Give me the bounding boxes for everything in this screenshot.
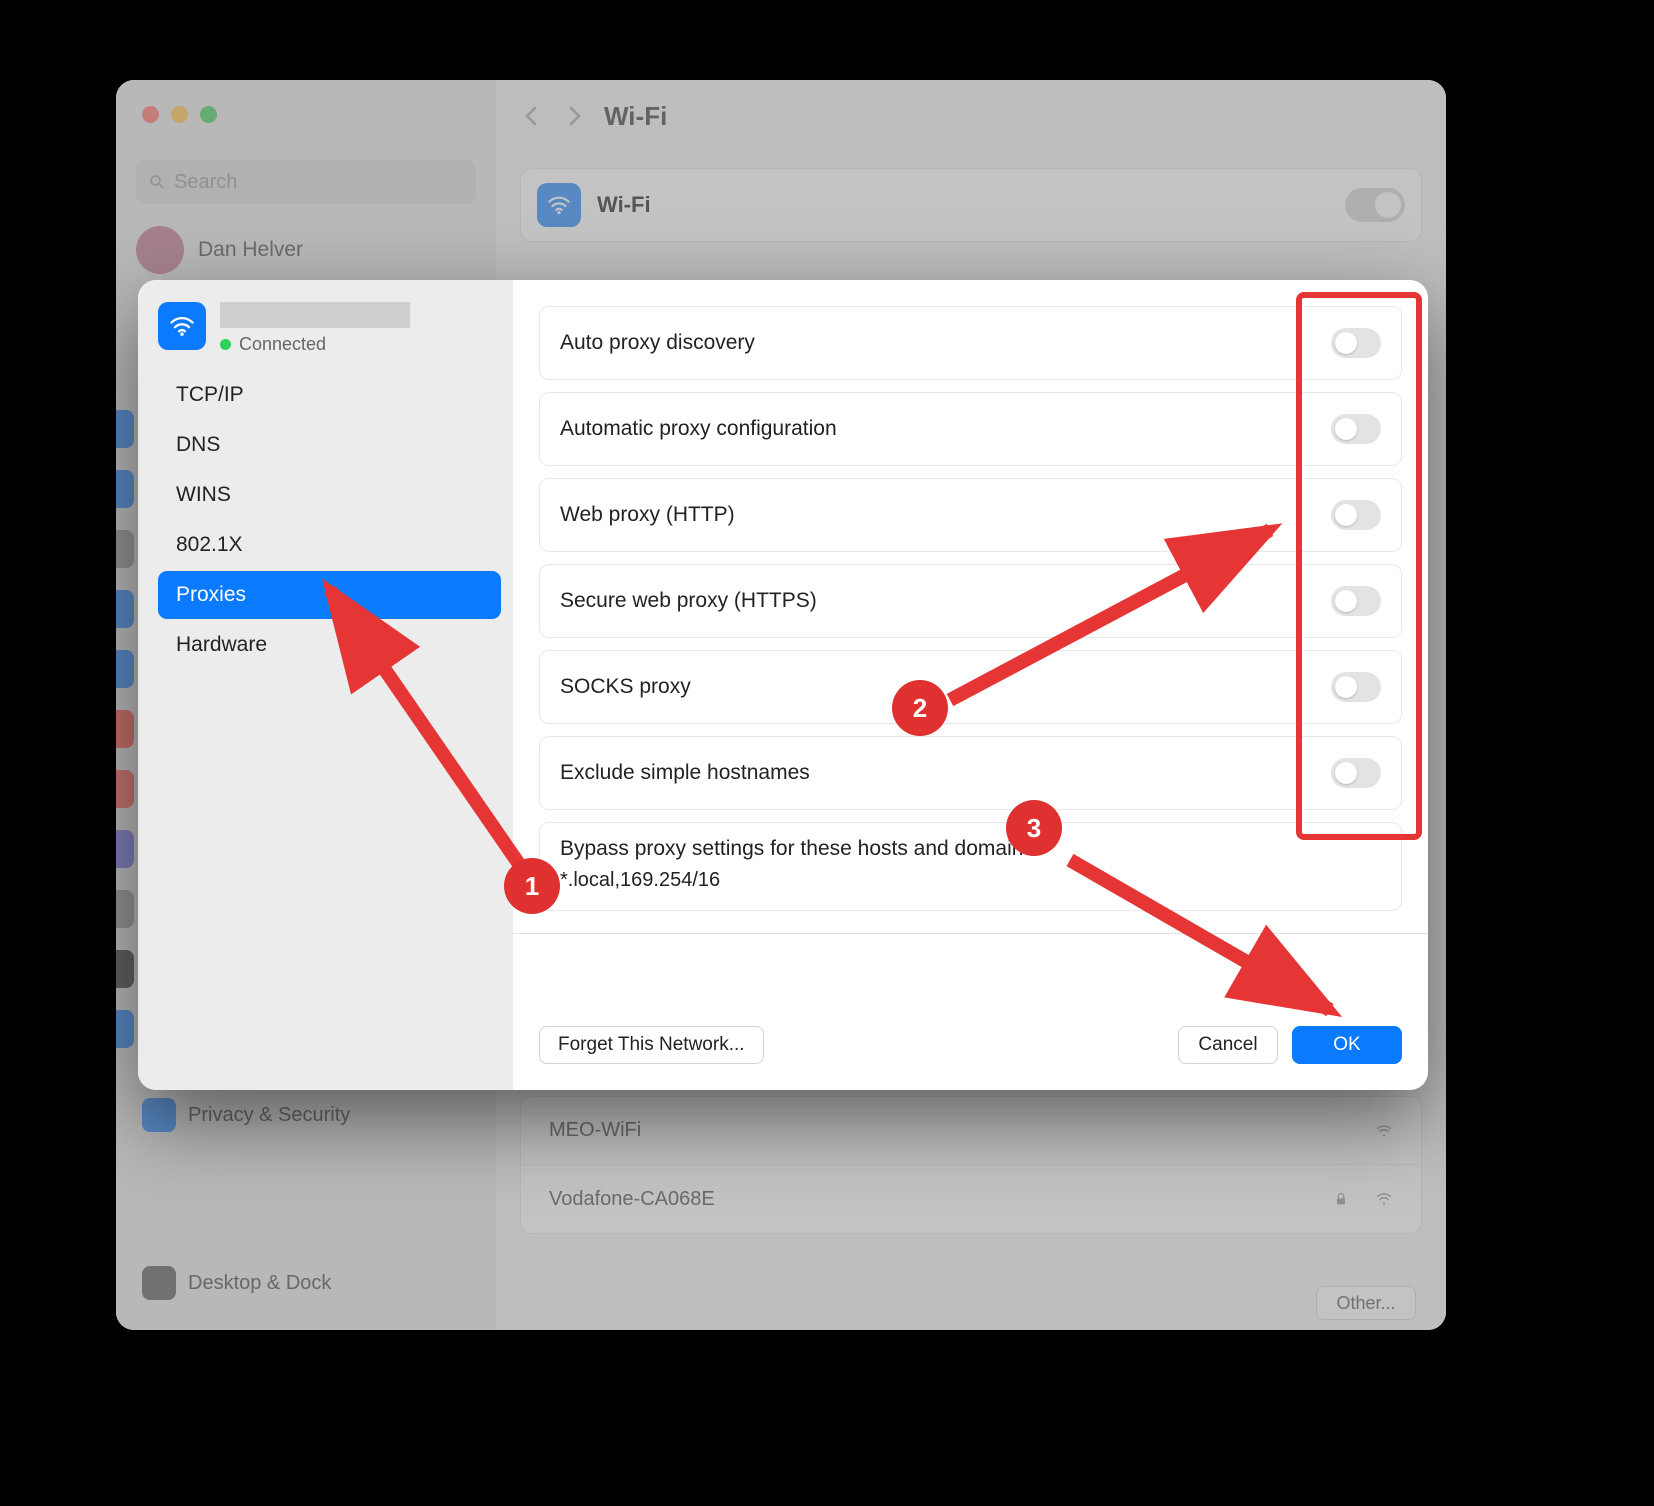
app-strip-icon (116, 410, 134, 448)
proxy-option-auto-discovery: Auto proxy discovery (539, 306, 1402, 380)
network-name: Vodafone-CA068E (549, 1188, 715, 1211)
search-input[interactable]: Search (136, 160, 476, 204)
lock-icon (1333, 1191, 1349, 1207)
sheet-content: Auto proxy discovery Automatic proxy con… (513, 280, 1428, 1090)
wifi-icon (158, 302, 206, 350)
tab-tcpip[interactable]: TCP/IP (158, 371, 501, 419)
proxy-option-auto-config: Automatic proxy configuration (539, 392, 1402, 466)
tab-label: WINS (176, 483, 231, 507)
proxy-option-http: Web proxy (HTTP) (539, 478, 1402, 552)
tab-label: 802.1X (176, 533, 243, 557)
wifi-icon (1375, 1122, 1393, 1140)
traffic-lights[interactable] (142, 106, 217, 123)
option-label: Auto proxy discovery (560, 331, 755, 355)
toggle-switch[interactable] (1331, 500, 1381, 530)
network-name: MEO-WiFi (549, 1119, 641, 1142)
divider (513, 933, 1428, 934)
option-label: Exclude simple hostnames (560, 761, 810, 785)
wifi-master-row: Wi-Fi (520, 168, 1422, 242)
settings-header: Wi-Fi (496, 80, 1446, 152)
other-networks-list: MEO-WiFi Vodafone-CA068E (520, 1096, 1422, 1234)
sidebar-item-label: Privacy & Security (188, 1104, 350, 1127)
app-strip-icon (116, 890, 134, 928)
app-strip-icon (116, 650, 134, 688)
minimize-icon[interactable] (171, 106, 188, 123)
network-row[interactable]: Vodafone-CA068E (521, 1165, 1421, 1233)
search-placeholder: Search (174, 171, 237, 194)
wifi-icon (537, 183, 581, 227)
tab-proxies[interactable]: Proxies (158, 571, 501, 619)
app-strip-icon (116, 770, 134, 808)
tab-label: DNS (176, 433, 220, 457)
forward-icon[interactable] (562, 104, 586, 128)
status-label: Connected (239, 334, 326, 355)
button-label: Cancel (1198, 1034, 1257, 1056)
close-icon[interactable] (142, 106, 159, 123)
avatar (136, 226, 184, 274)
app-strip-icon (116, 590, 134, 628)
option-label: Automatic proxy configuration (560, 417, 837, 441)
wifi-label: Wi-Fi (597, 192, 651, 218)
option-label: SOCKS proxy (560, 675, 691, 699)
fullscreen-icon[interactable] (200, 106, 217, 123)
option-label: Secure web proxy (HTTPS) (560, 589, 817, 613)
network-details-sheet: Connected TCP/IP DNS WINS 802.1X Proxies… (138, 280, 1428, 1090)
tab-8021x[interactable]: 802.1X (158, 521, 501, 569)
wifi-icon (1375, 1190, 1393, 1208)
tab-dns[interactable]: DNS (158, 421, 501, 469)
toggle-switch[interactable] (1331, 758, 1381, 788)
sidebar-item-privacy[interactable]: Privacy & Security (134, 1092, 474, 1138)
bypass-value: *.local,169.254/16 (560, 869, 1381, 892)
page-title: Wi-Fi (604, 101, 667, 132)
search-icon (148, 173, 166, 191)
network-header: Connected (158, 302, 501, 355)
other-network-button[interactable]: Other... (1316, 1286, 1416, 1320)
app-strip-icon (116, 950, 134, 988)
app-strip-icon (116, 1010, 134, 1048)
back-icon[interactable] (520, 104, 544, 128)
tab-wins[interactable]: WINS (158, 471, 501, 519)
bypass-label: Bypass proxy settings for these hosts an… (560, 837, 1381, 861)
network-row[interactable]: MEO-WiFi (521, 1097, 1421, 1165)
sidebar-item-desktop[interactable]: Desktop & Dock (134, 1260, 474, 1306)
app-strip-icon (116, 830, 134, 868)
desktop-icon (142, 1266, 176, 1300)
button-label: OK (1333, 1034, 1360, 1056)
status-dot-icon (220, 339, 231, 350)
toggle-switch[interactable] (1331, 672, 1381, 702)
cancel-button[interactable]: Cancel (1178, 1026, 1278, 1064)
toggle-switch[interactable] (1331, 414, 1381, 444)
other-network-label: Other... (1336, 1293, 1395, 1314)
app-strip-icon (116, 470, 134, 508)
tab-label: Proxies (176, 583, 246, 607)
proxy-option-socks: SOCKS proxy (539, 650, 1402, 724)
forget-network-button[interactable]: Forget This Network... (539, 1026, 764, 1064)
sheet-sidebar: Connected TCP/IP DNS WINS 802.1X Proxies… (138, 280, 513, 1090)
app-strip-icon (116, 530, 134, 568)
toggle-switch[interactable] (1331, 586, 1381, 616)
app-strip-icon (116, 710, 134, 748)
network-ssid-redacted (220, 302, 410, 328)
account-row[interactable]: Dan Helver (136, 226, 303, 274)
wifi-toggle[interactable] (1345, 188, 1405, 222)
ok-button[interactable]: OK (1292, 1026, 1402, 1064)
tab-label: Hardware (176, 633, 267, 657)
option-label: Web proxy (HTTP) (560, 503, 735, 527)
tab-label: TCP/IP (176, 383, 244, 407)
connection-status: Connected (220, 334, 410, 355)
proxy-option-https: Secure web proxy (HTTPS) (539, 564, 1402, 638)
tab-hardware[interactable]: Hardware (158, 621, 501, 669)
button-label: Forget This Network... (558, 1034, 745, 1056)
settings-tabs: TCP/IP DNS WINS 802.1X Proxies Hardware (158, 371, 501, 669)
bypass-proxy-field[interactable]: Bypass proxy settings for these hosts an… (539, 822, 1402, 911)
sidebar-item-label: Desktop & Dock (188, 1272, 331, 1295)
proxy-option-exclude-simple: Exclude simple hostnames (539, 736, 1402, 810)
hand-icon (142, 1098, 176, 1132)
account-name: Dan Helver (198, 238, 303, 262)
sheet-footer: Forget This Network... Cancel OK (513, 1004, 1428, 1090)
toggle-switch[interactable] (1331, 328, 1381, 358)
